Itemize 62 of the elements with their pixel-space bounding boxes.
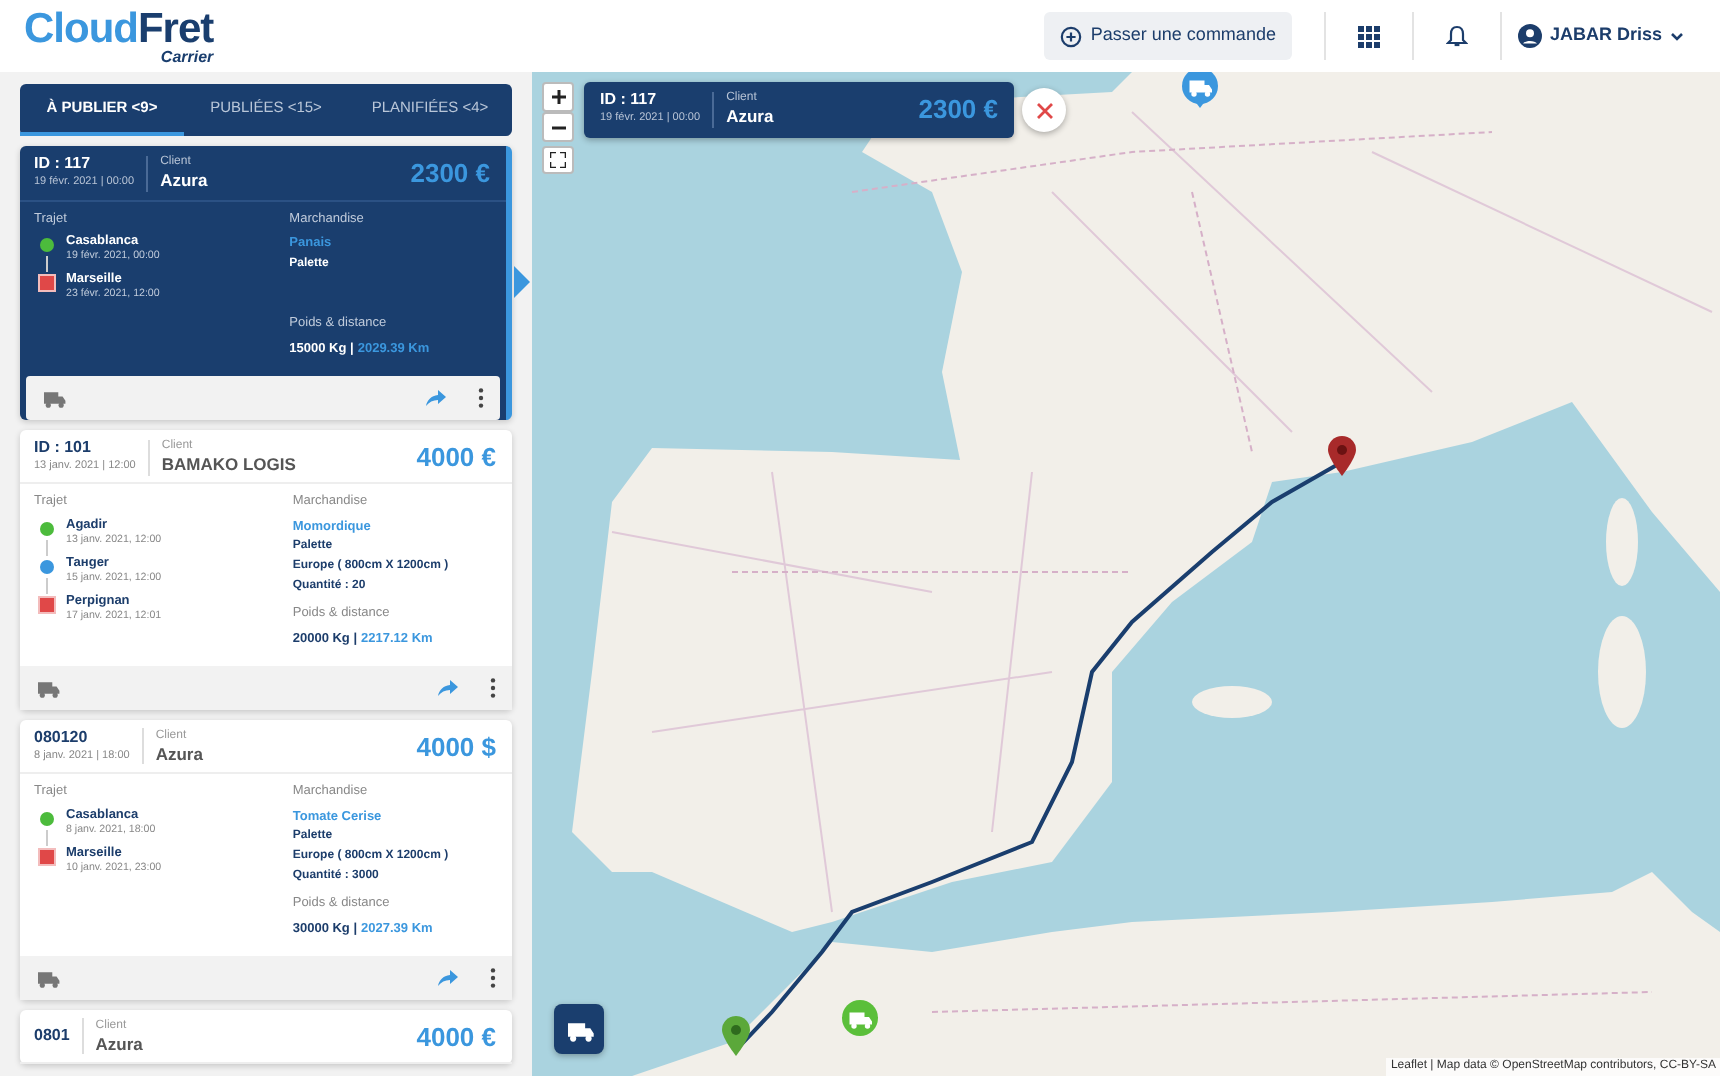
zoom-in-button[interactable] (542, 82, 574, 112)
kebab-icon (490, 677, 496, 698)
more-options-button[interactable] (490, 677, 496, 698)
minus-icon (551, 125, 565, 129)
user-menu[interactable]: JABAR Driss (1501, 22, 1704, 50)
order-price: 4000 € (416, 1019, 496, 1056)
stop-marker-icon (39, 522, 53, 536)
bell-icon (1445, 24, 1468, 48)
apps-button[interactable] (1357, 25, 1380, 47)
fullscreen-button[interactable] (542, 146, 574, 174)
client-name: Azura (726, 105, 774, 127)
share-arrow-icon (438, 969, 458, 986)
order-price: 2300 € (918, 92, 998, 128)
client-name: Azura (155, 743, 203, 764)
map-pin-icon (722, 1016, 750, 1056)
more-options-button[interactable] (490, 967, 496, 988)
stop-marker-icon (39, 811, 53, 826)
share-button[interactable] (438, 679, 458, 696)
share-button[interactable] (438, 969, 458, 986)
kebab-icon (478, 387, 484, 408)
kebab-icon (490, 967, 496, 988)
zoom-out-button[interactable] (542, 112, 574, 142)
share-arrow-icon (426, 389, 446, 406)
plus-circle-icon (1060, 25, 1083, 47)
grid-icon (1357, 25, 1380, 47)
order-id: 0801 (34, 1027, 70, 1046)
chevron-down-icon (1670, 31, 1684, 41)
share-button[interactable] (426, 389, 446, 406)
truck-icon (36, 677, 60, 698)
notifications-button[interactable] (1445, 24, 1468, 48)
order-id: ID : 117 (600, 92, 659, 111)
map-pin-icon (1328, 436, 1356, 476)
client-name: BAMAKO LOGIS (161, 453, 296, 474)
order-button[interactable]: Passer une commande (1044, 12, 1292, 60)
stop-marker-icon (39, 598, 53, 612)
truck-icon (36, 967, 60, 988)
close-icon (1035, 101, 1053, 119)
logo-tagline: Carrier (160, 49, 214, 65)
order-id: ID : 101 (34, 439, 93, 458)
order-price: 4000 € (416, 439, 496, 476)
more-options-button[interactable] (478, 387, 484, 408)
client-name: Azura (95, 1033, 143, 1054)
stop-marker-icon (39, 276, 53, 291)
user-icon (1517, 24, 1542, 48)
fullscreen-icon (550, 152, 566, 168)
truck-icon (565, 1017, 593, 1041)
truck-pin-icon (1182, 72, 1218, 108)
logo-text: Fret (137, 7, 214, 49)
order-price: 4000 $ (416, 729, 496, 766)
truck-icon (42, 387, 66, 408)
client-name: Azura (160, 169, 208, 191)
order-id: 080120 (34, 729, 90, 748)
order-id: ID : 117 (34, 156, 93, 175)
plus-icon (551, 90, 565, 104)
stop-marker-icon (39, 560, 53, 574)
logo-text: Cloud (24, 7, 138, 49)
truck-marker-icon (842, 1000, 878, 1036)
truck-button[interactable] (554, 1004, 604, 1054)
stop-marker-icon (39, 238, 53, 253)
share-arrow-icon (438, 679, 458, 696)
order-price: 2300 € (410, 156, 490, 192)
stop-marker-icon (39, 849, 53, 864)
